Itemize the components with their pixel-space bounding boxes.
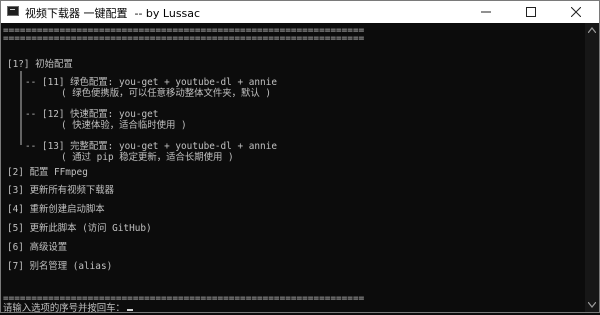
maximize-button[interactable] [508, 1, 553, 23]
option-13-description: ( 通过 pip 稳定更新，适合长期使用 ) [61, 152, 234, 163]
separator-top-2: ========================================… [3, 33, 365, 44]
close-icon [570, 7, 581, 17]
scroll-up-button[interactable] [585, 23, 599, 37]
console-app-icon [7, 6, 19, 16]
input-prompt[interactable]: 请输入选项的序号并按回车： [3, 303, 133, 315]
console-window: 视频下载器 一键配置 -- by Lussac ================… [0, 0, 600, 315]
close-button[interactable] [553, 1, 598, 23]
tree-connector-lines [20, 71, 22, 145]
minimize-button[interactable] [463, 1, 508, 23]
option-12-description: ( 快速体验，适合临时使用 ) [61, 120, 187, 131]
console-output[interactable]: ========================================… [3, 23, 585, 315]
window-title: 视频下载器 一键配置 -- by Lussac [25, 7, 201, 20]
prompt-text: 请输入选项的序号并按回车： [3, 303, 125, 314]
scroll-up-arrow-icon [588, 27, 596, 33]
vertical-scrollbar[interactable] [585, 23, 599, 312]
option-11-description: ( 绿色便携版，可以任意移动整体文件夹，默认 ) [61, 88, 272, 99]
minimize-icon [480, 11, 491, 13]
maximize-icon [525, 7, 536, 17]
menu-item-3: [3] 更新所有视频下载器 [7, 185, 114, 196]
scroll-down-button[interactable] [585, 298, 599, 312]
menu-item-6: [6] 高级设置 [7, 242, 68, 253]
text-cursor [126, 309, 133, 311]
menu-item-4: [4] 重新创建启动脚本 [7, 204, 105, 215]
menu-item-7: [7] 别名管理 (alias) [7, 261, 113, 272]
title-bar[interactable]: 视频下载器 一键配置 -- by Lussac [1, 1, 599, 23]
menu-item-5: [5] 更新此脚本 (访问 GitHub) [7, 223, 152, 234]
scroll-down-arrow-icon [588, 302, 596, 308]
menu-item-initial-config: [1?] 初始配置 [7, 59, 73, 70]
